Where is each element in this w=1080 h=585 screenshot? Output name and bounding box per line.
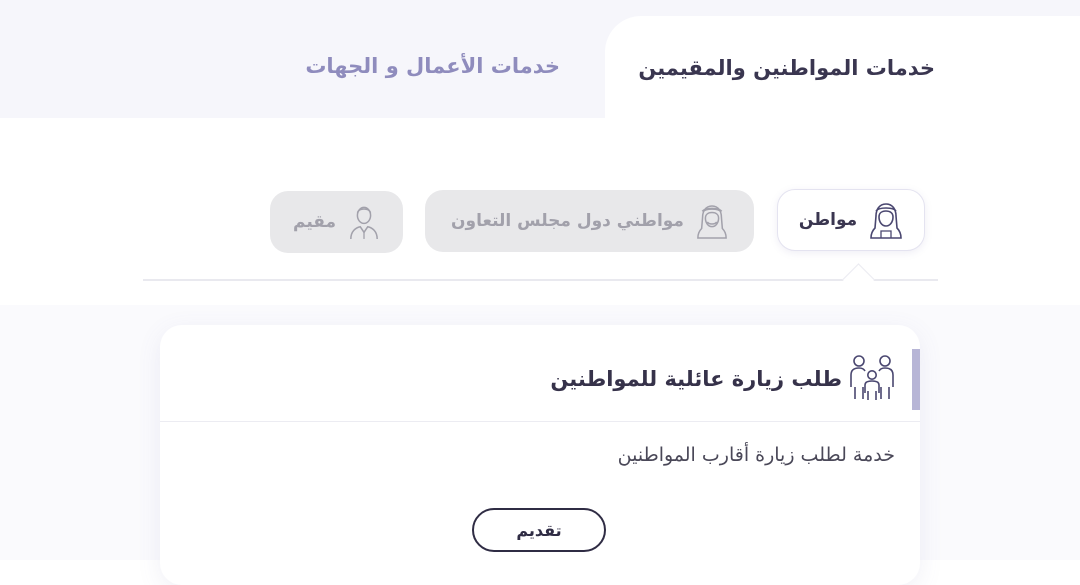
user-type-gcc-citizen-label: مواطني دول مجلس التعاون [451, 211, 684, 231]
section-divider [143, 279, 938, 281]
card-accent-bar [912, 349, 920, 410]
apply-button[interactable]: تقديم [472, 508, 606, 552]
gcc-citizen-icon [697, 205, 727, 239]
user-type-citizen-button[interactable]: مواطن [777, 189, 925, 251]
family-icon [850, 355, 894, 400]
user-type-resident-button[interactable]: مقيم [270, 191, 403, 253]
resident-icon [350, 206, 378, 239]
tab-citizens-residents-services[interactable]: خدمات المواطنين والمقيمين [605, 16, 1080, 118]
user-type-gcc-citizen-button[interactable]: مواطني دول مجلس التعاون [425, 190, 754, 252]
card-separator [160, 421, 920, 422]
service-card: طلب زيارة عائلية للمواطنين خدمة لطلب زيا… [160, 325, 920, 585]
user-type-resident-label: مقيم [292, 212, 337, 232]
citizen-icon [870, 203, 902, 239]
service-title: طلب زيارة عائلية للمواطنين [550, 367, 842, 391]
selection-pointer [842, 263, 875, 296]
tab-business-entities-services[interactable]: خدمات الأعمال و الجهات [305, 54, 560, 78]
user-type-citizen-label: مواطن [798, 210, 858, 230]
service-description: خدمة لطلب زيارة أقارب المواطنين [617, 444, 895, 466]
tab-citizens-residents-label: خدمات المواطنين والمقيمين [638, 56, 935, 80]
